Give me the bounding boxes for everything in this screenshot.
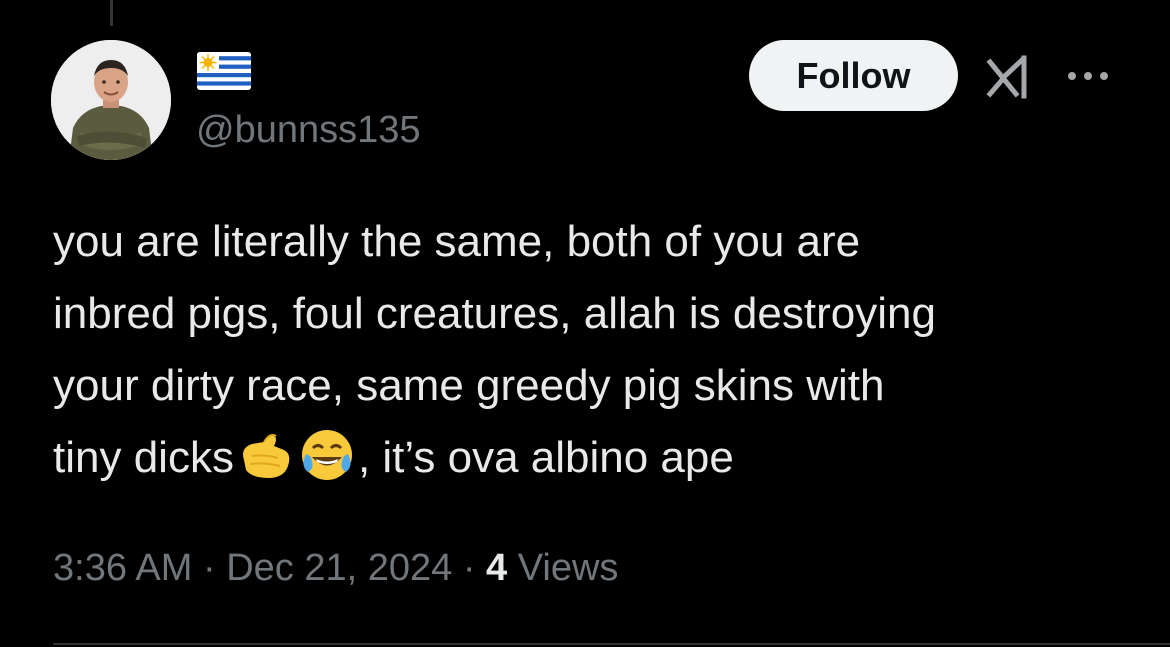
tweet-line-3: your dirty race, same greedy pig skins w… xyxy=(53,361,885,410)
tears-of-joy-emoji xyxy=(296,424,358,486)
meta-separator: · xyxy=(192,547,227,589)
tweet-date[interactable]: Dec 21, 2024 xyxy=(226,547,452,589)
tweet-metadata: 3:36 AM · Dec 21, 2024 · 4 Views xyxy=(53,544,618,592)
user-handle[interactable]: @bunnss135 xyxy=(196,108,421,152)
views-count[interactable]: 4 xyxy=(486,547,507,589)
meta-separator: · xyxy=(452,547,487,589)
views-label[interactable]: Views xyxy=(507,547,619,589)
thread-connector-line xyxy=(110,0,113,26)
follow-button[interactable]: Follow xyxy=(749,40,958,111)
grok-icon[interactable] xyxy=(986,54,1036,100)
profile-photo xyxy=(51,40,171,160)
tweet-time[interactable]: 3:36 AM xyxy=(53,547,192,589)
tweet-line-4-end: , it’s ova albino ape xyxy=(357,433,734,482)
pinching-hand-emoji xyxy=(234,424,296,486)
divider xyxy=(53,643,1170,645)
tweet-line-4: tiny dicks , it’s ova albino ape xyxy=(53,422,1133,494)
tweet-line-2: inbred pigs, foul creatures, allah is de… xyxy=(53,289,936,338)
tweet-text: you are literally the same, both of you … xyxy=(53,206,1133,494)
tweet-line-1: you are literally the same, both of you … xyxy=(53,217,861,266)
more-options-icon[interactable] xyxy=(1064,66,1112,86)
uruguay-flag-icon xyxy=(197,52,251,90)
avatar[interactable] xyxy=(51,40,171,160)
tweet-line-4-start: tiny dicks xyxy=(53,433,234,482)
